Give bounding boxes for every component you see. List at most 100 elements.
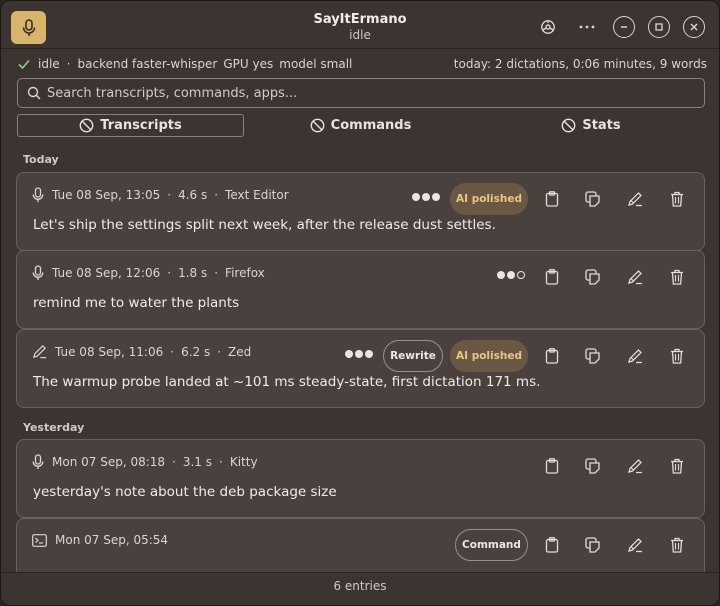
paste-button[interactable] (584, 190, 602, 208)
clipboard-icon (545, 191, 559, 207)
paste-button[interactable] (584, 536, 602, 554)
microphone-icon (32, 187, 44, 202)
pen-icon (628, 459, 642, 474)
disabled-icon (561, 118, 576, 133)
edit-button[interactable] (626, 190, 644, 208)
transcript-list[interactable]: Today Tue 08 Sep, 13:05 · 4.6 s · Text Edito… (15, 142, 707, 572)
header-bar: SayItErmano idle (1, 1, 719, 49)
list-item[interactable]: Mon 07 Sep, 05:54 Command (16, 518, 705, 572)
gear-icon (541, 20, 555, 34)
paste-icon (585, 348, 600, 364)
trash-icon (671, 191, 683, 207)
entry-text[interactable]: yesterday's note about the deb package s… (33, 484, 337, 500)
app-title: SayItErmano (313, 12, 407, 27)
status-state: idle (38, 57, 60, 71)
copy-button[interactable] (543, 347, 561, 365)
list-item[interactable]: Tue 08 Sep, 12:06 · 1.8 s · Firefox remind m… (16, 250, 705, 329)
paste-button[interactable] (584, 268, 602, 286)
delete-button[interactable] (668, 536, 686, 554)
list-item[interactable]: Mon 07 Sep, 08:18 · 3.1 s · Kitty yesterday'… (16, 439, 705, 518)
minimize-icon (621, 26, 627, 28)
close-button[interactable] (683, 16, 705, 38)
entry-time: Mon 07 Sep, 08:18 (52, 455, 166, 469)
status-backend: backend faster-whisper (77, 57, 218, 71)
edit-button[interactable] (626, 347, 644, 365)
entry-text[interactable]: Let's ship the settings split next week,… (33, 217, 496, 233)
tab-transcripts[interactable]: Transcripts (17, 114, 244, 137)
maximize-button[interactable] (648, 16, 670, 38)
search-input[interactable] (47, 85, 687, 101)
tab-commands[interactable]: Commands (247, 114, 474, 137)
delete-button[interactable] (668, 190, 686, 208)
close-icon (690, 23, 698, 31)
rewrite-button[interactable]: Rewrite (383, 340, 443, 372)
list-item[interactable]: Tue 08 Sep, 11:06 · 6.2 s · Zed Rewrite AI p… (16, 329, 705, 408)
delete-button[interactable] (668, 347, 686, 365)
paste-button[interactable] (584, 347, 602, 365)
entry-count: 6 entries (1, 572, 719, 605)
more-icon (579, 25, 595, 29)
clipboard-icon (545, 269, 559, 285)
edit-button[interactable] (626, 457, 644, 475)
pen-icon (628, 538, 642, 553)
list-item[interactable]: Tue 08 Sep, 13:05 · 4.6 s · Text Editor AI p… (16, 172, 705, 251)
entry-text[interactable]: The warmup probe landed at ~101 ms stead… (33, 374, 540, 390)
copy-button[interactable] (543, 190, 561, 208)
edit-button[interactable] (626, 536, 644, 554)
entry-time: Tue 08 Sep, 12:06 (52, 266, 161, 280)
edit-button[interactable] (626, 268, 644, 286)
entry-time: Tue 08 Sep, 13:05 (52, 188, 161, 202)
entry-app: Zed (228, 344, 252, 359)
copy-button[interactable] (543, 457, 561, 475)
disabled-icon (79, 118, 94, 133)
ai-polished-badge[interactable]: AI polished (450, 340, 528, 372)
status-bar: idle · backend faster-whisper GPU yes mo… (17, 57, 707, 73)
clipboard-icon (545, 537, 559, 553)
section-header-yesterday: Yesterday (23, 421, 85, 434)
microphone-icon (32, 454, 44, 469)
check-icon (18, 59, 30, 70)
entry-app: Firefox (225, 266, 265, 280)
search-icon (27, 86, 41, 100)
command-badge[interactable]: Command (455, 529, 528, 561)
search-box[interactable] (17, 78, 705, 108)
pen-icon (628, 192, 642, 207)
copy-button[interactable] (543, 536, 561, 554)
trash-icon (671, 537, 683, 553)
tab-transcripts-label: Transcripts (100, 118, 182, 133)
paste-button[interactable] (584, 457, 602, 475)
status-gpu: GPU yes (223, 57, 274, 71)
trash-icon (671, 458, 683, 474)
status-model: model small (279, 57, 353, 71)
minimize-button[interactable] (613, 16, 635, 38)
entry-text[interactable]: remind me to water the plants (33, 295, 239, 311)
disabled-icon (310, 118, 325, 133)
app-window: SayItErmano idle idle · backend faster-w… (0, 0, 720, 606)
terminal-icon (32, 533, 47, 547)
trash-icon (671, 269, 683, 285)
quality-indicator (497, 271, 525, 279)
microphone-icon (32, 265, 44, 280)
delete-button[interactable] (668, 268, 686, 286)
more-menu-button[interactable] (576, 16, 598, 38)
copy-button[interactable] (543, 268, 561, 286)
tab-stats[interactable]: Stats (477, 114, 705, 137)
entry-time: Tue 08 Sep, 11:06 (55, 344, 164, 359)
pen-icon (628, 270, 642, 285)
ai-polished-badge[interactable]: AI polished (450, 183, 528, 215)
tab-stats-label: Stats (582, 118, 621, 133)
entry-time: Mon 07 Sep, 05:54 (55, 533, 169, 547)
delete-button[interactable] (668, 457, 686, 475)
settings-button[interactable] (537, 16, 559, 38)
quality-indicator (412, 193, 440, 201)
paste-icon (585, 458, 600, 474)
trash-icon (671, 348, 683, 364)
paste-icon (585, 191, 600, 207)
pen-icon (628, 349, 642, 364)
entry-duration: 3.1 s (182, 455, 213, 469)
clipboard-icon (545, 348, 559, 364)
today-summary: today: 2 dictations, 0:06 minutes, 9 wor… (453, 57, 707, 71)
quality-indicator (345, 350, 373, 358)
section-header-today: Today (23, 153, 59, 166)
entry-duration: 1.8 s (178, 266, 208, 280)
